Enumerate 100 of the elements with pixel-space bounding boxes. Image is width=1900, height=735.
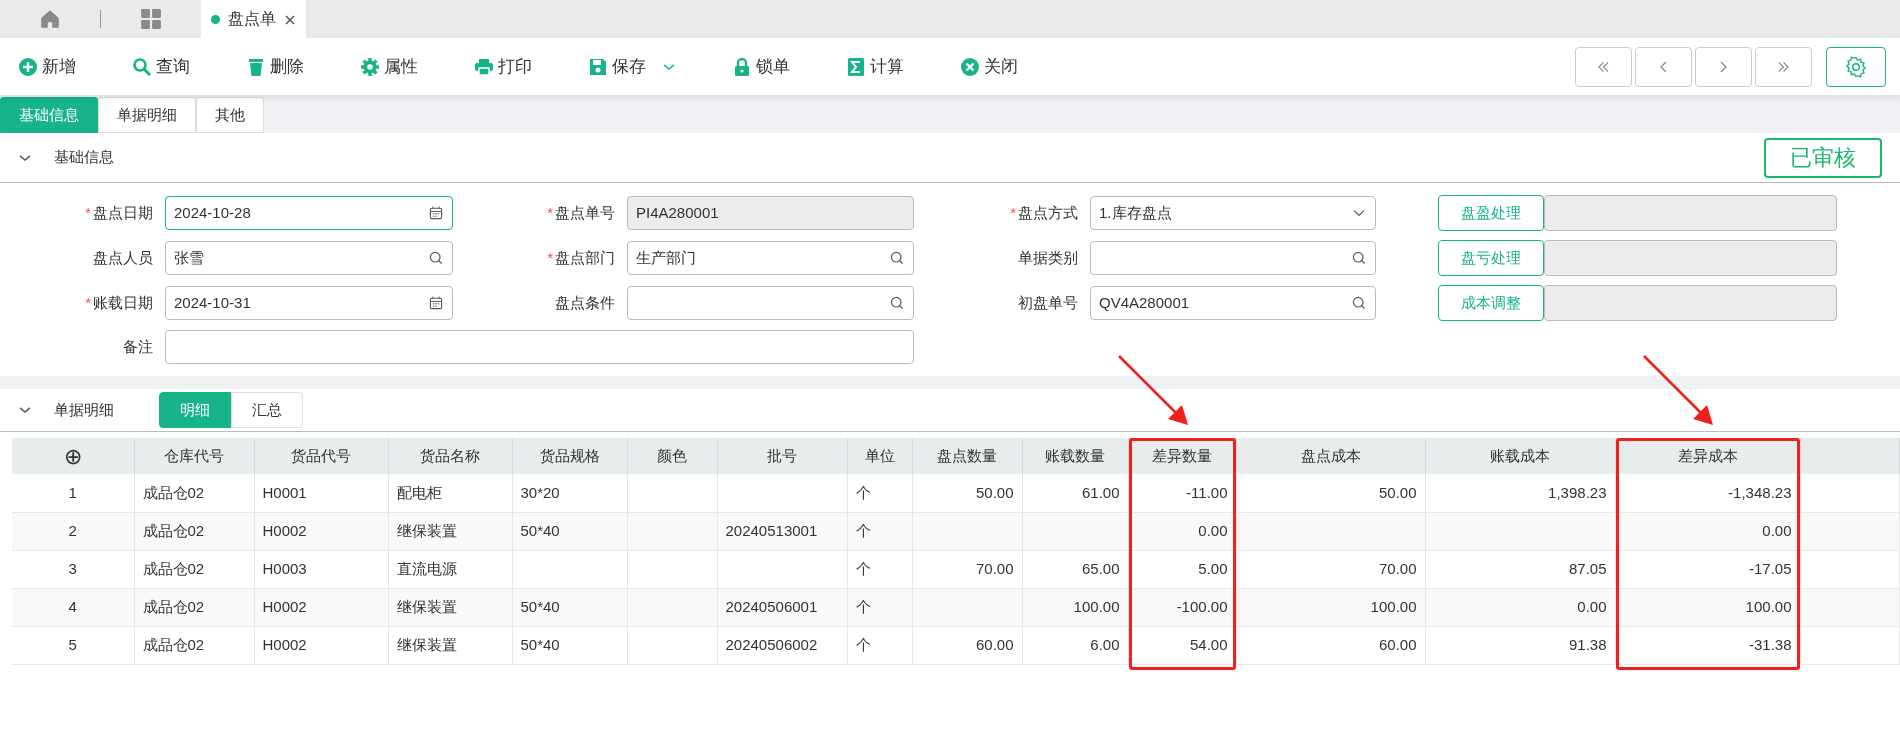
table-cell: 20240513001 bbox=[725, 521, 818, 539]
table-cell: 65.00 bbox=[1081, 559, 1120, 577]
settings-icon bbox=[1845, 55, 1867, 78]
search-icon bbox=[1351, 250, 1367, 266]
plus-circle-button[interactable]: 新增 bbox=[14, 49, 80, 84]
previous-page-button[interactable] bbox=[1635, 46, 1692, 87]
row-number: 5 bbox=[68, 635, 77, 653]
lock-icon bbox=[732, 56, 752, 77]
input-field[interactable] bbox=[165, 330, 914, 364]
calendar-icon bbox=[428, 295, 444, 311]
table-cell: 70.00 bbox=[975, 559, 1014, 577]
status-dot bbox=[211, 14, 220, 24]
field-label: *账载日期 bbox=[84, 292, 154, 313]
field-label: 单据类别 bbox=[1017, 247, 1079, 268]
column-header: 仓库代号 bbox=[164, 446, 224, 464]
view-tab[interactable]: 汇总 bbox=[231, 392, 303, 428]
table-cell: 继保装置 bbox=[396, 521, 457, 539]
date-field[interactable]: 2024-10-28 bbox=[165, 196, 453, 230]
table-cell: 继保装置 bbox=[396, 635, 457, 653]
field-label: 盘点人员 bbox=[92, 247, 154, 268]
dropdown-field[interactable]: 1.库存盘点 bbox=[1090, 196, 1376, 230]
input-field[interactable]: QV4A280001 bbox=[1090, 286, 1376, 320]
column-header: 货品代号 bbox=[291, 446, 351, 464]
chevron-icon bbox=[1720, 60, 1727, 73]
field-label: 盘点条件 bbox=[554, 292, 616, 313]
form-tab[interactable]: 单据明细 bbox=[98, 97, 196, 133]
section-title: 单据明细 bbox=[54, 399, 114, 420]
table-cell: -31.38 bbox=[1748, 635, 1792, 653]
grid-icon bbox=[140, 8, 162, 30]
home-icon bbox=[39, 8, 61, 30]
table-cell: 60.00 bbox=[1378, 635, 1417, 653]
search-icon bbox=[428, 250, 444, 266]
table-cell: 成品仓02 bbox=[142, 559, 205, 577]
table-cell: 0.00 bbox=[1762, 521, 1792, 539]
table-cell: 70.00 bbox=[1378, 559, 1417, 577]
field-label: *盘点单号 bbox=[546, 202, 616, 223]
gear-button[interactable]: 属性 bbox=[356, 49, 422, 84]
table-cell: 6.00 bbox=[1090, 635, 1120, 653]
chevron-icon bbox=[1660, 60, 1667, 73]
search-button[interactable]: 查询 bbox=[128, 49, 194, 84]
table-cell: 5.00 bbox=[1198, 559, 1228, 577]
page-tab[interactable]: 盘点单 bbox=[201, 0, 306, 38]
input-field[interactable]: PI4A280001 bbox=[627, 196, 914, 230]
table-cell: 个 bbox=[855, 483, 871, 501]
table-cell: 30*20 bbox=[520, 483, 560, 501]
first-page-button[interactable] bbox=[1575, 46, 1632, 87]
floppy-disk-button[interactable]: 保存 bbox=[584, 49, 680, 84]
close-circle-button[interactable]: 关闭 bbox=[956, 49, 1022, 84]
table-cell: 个 bbox=[855, 597, 871, 615]
next-page-button[interactable] bbox=[1695, 46, 1752, 87]
plus-circle-icon bbox=[18, 56, 38, 77]
table-cell: H0002 bbox=[262, 521, 307, 539]
table-cell: -17.05 bbox=[1748, 559, 1792, 577]
section-title: 基础信息 bbox=[54, 147, 114, 168]
lock-button[interactable]: 锁单 bbox=[728, 49, 794, 84]
field-label: *盘点部门 bbox=[546, 247, 616, 268]
table-cell: 个 bbox=[855, 521, 871, 539]
field-label: *盘点方式 bbox=[1009, 202, 1079, 223]
input-field[interactable]: 生产部门 bbox=[627, 241, 914, 275]
tab-label: 盘点单 bbox=[228, 9, 276, 29]
input-field[interactable] bbox=[1090, 241, 1376, 275]
row-number: 3 bbox=[68, 559, 77, 577]
add-row-button[interactable]: ⊕ bbox=[63, 443, 82, 469]
column-header: 单位 bbox=[864, 446, 895, 464]
table-cell: 50.00 bbox=[1378, 483, 1417, 501]
double-chevron-icon bbox=[1778, 60, 1789, 73]
form-tab[interactable]: 其他 bbox=[196, 97, 264, 133]
printer-icon bbox=[474, 56, 494, 77]
search-icon bbox=[889, 295, 905, 311]
sigma-icon bbox=[846, 56, 866, 77]
table-cell: 成品仓02 bbox=[142, 597, 205, 615]
printer-button[interactable]: 打印 bbox=[470, 49, 536, 84]
row-number: 1 bbox=[68, 483, 77, 501]
table-cell: 50*40 bbox=[520, 597, 560, 615]
trash-button[interactable]: 删除 bbox=[242, 49, 308, 84]
input-field[interactable]: 张雪 bbox=[165, 241, 453, 275]
column-header: 差异成本 bbox=[1677, 446, 1738, 464]
column-header: 盘点数量 bbox=[937, 446, 997, 464]
column-header: 货品名称 bbox=[420, 446, 480, 464]
table-cell: 61.00 bbox=[1081, 483, 1120, 501]
field-label: 备注 bbox=[122, 336, 154, 357]
settings-button[interactable] bbox=[1826, 46, 1886, 87]
input-field[interactable] bbox=[627, 286, 914, 320]
column-header: 颜色 bbox=[657, 446, 687, 464]
status-stamp: 已审核 bbox=[1764, 137, 1882, 178]
search-icon bbox=[1351, 295, 1367, 311]
date-field[interactable]: 2024-10-31 bbox=[165, 286, 453, 320]
table-cell: -11.00 bbox=[1186, 483, 1228, 501]
row-number: 2 bbox=[68, 521, 77, 539]
sigma-button[interactable]: 计算 bbox=[842, 49, 908, 84]
column-header: 差异数量 bbox=[1152, 446, 1212, 464]
table-cell: H0003 bbox=[262, 559, 307, 577]
search-icon bbox=[889, 250, 905, 266]
close-circle-icon bbox=[960, 56, 980, 77]
table-cell: -1,348.23 bbox=[1728, 483, 1792, 501]
last-page-button[interactable] bbox=[1755, 46, 1812, 87]
column-header: 批号 bbox=[767, 446, 797, 464]
table-cell: 1,398.23 bbox=[1548, 483, 1607, 501]
table-cell: 直流电源 bbox=[396, 559, 457, 577]
table-cell: 成品仓02 bbox=[142, 635, 205, 653]
